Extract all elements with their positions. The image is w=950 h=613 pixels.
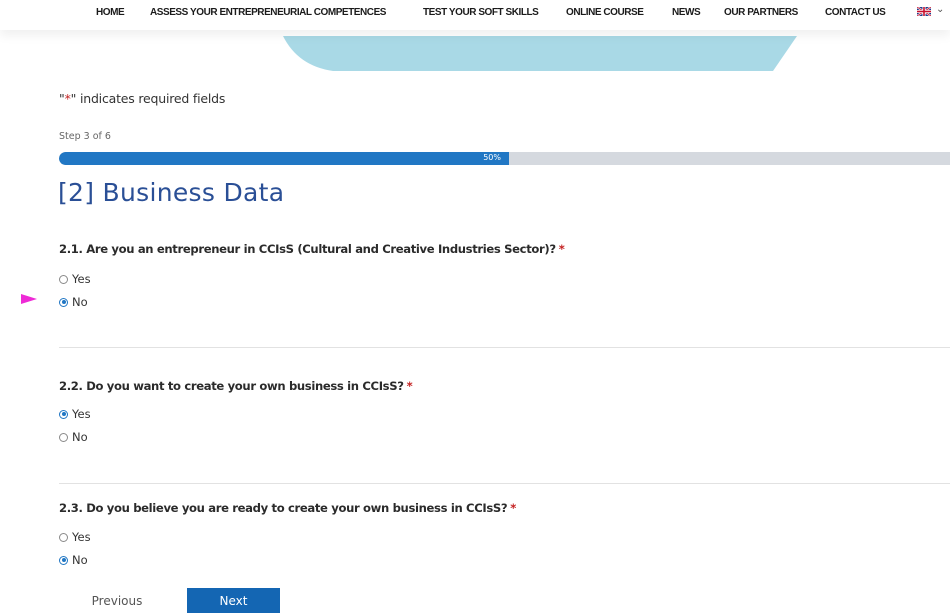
q3-option-no[interactable]: No xyxy=(59,553,88,567)
question-2-1: 2.1. Are you an entrepreneur in CCIsS (C… xyxy=(59,242,565,256)
nav-item-soft-skills[interactable]: TEST YOUR SOFT SKILLS xyxy=(423,7,539,18)
radio-button[interactable] xyxy=(59,274,68,284)
option-label: Yes xyxy=(72,407,91,421)
option-label: Yes xyxy=(72,530,91,544)
pointer-arrow-icon xyxy=(21,294,37,304)
required-mark: * xyxy=(510,501,516,515)
q2-option-no[interactable]: No xyxy=(59,430,88,444)
divider xyxy=(59,483,950,484)
progress-bar: 50% xyxy=(59,152,950,165)
step-indicator: Step 3 of 6 xyxy=(59,131,111,142)
question-2-3: 2.3. Do you believe you are ready to cre… xyxy=(59,501,516,515)
top-navigation: HOME ASSESS YOUR ENTREPRENEURIAL COMPETE… xyxy=(0,0,950,30)
required-mark: * xyxy=(558,242,565,256)
nav-item-home[interactable]: HOME xyxy=(96,7,125,18)
section-title: [2] Business Data xyxy=(58,178,285,207)
nav-item-online-course[interactable]: ONLINE COURSE xyxy=(566,7,644,18)
option-label: No xyxy=(72,553,88,567)
previous-button[interactable]: Previous xyxy=(59,588,175,613)
option-label: No xyxy=(72,295,88,309)
uk-flag-icon[interactable] xyxy=(917,7,931,16)
radio-button[interactable] xyxy=(59,297,68,307)
progress-percent-label: 50% xyxy=(483,153,501,162)
next-button[interactable]: Next xyxy=(187,588,280,613)
chevron-down-icon[interactable]: ⌄ xyxy=(936,4,944,15)
question-2-2: 2.2. Do you want to create your own busi… xyxy=(59,379,413,393)
radio-button[interactable] xyxy=(59,555,68,565)
q2-option-yes[interactable]: Yes xyxy=(59,407,91,421)
radio-button[interactable] xyxy=(59,432,68,442)
option-label: Yes xyxy=(72,272,91,286)
q1-option-yes[interactable]: Yes xyxy=(59,272,91,286)
nav-item-our-partners[interactable]: OUR PARTNERS xyxy=(724,7,798,18)
radio-button[interactable] xyxy=(59,532,68,542)
question-2-1-text: 2.1. Are you an entrepreneur in CCIsS (C… xyxy=(59,242,556,256)
nav-item-assess-competences[interactable]: ASSESS YOUR ENTREPRENEURIAL COMPETENCES xyxy=(150,7,386,18)
option-label: No xyxy=(72,430,88,444)
question-2-2-text: 2.2. Do you want to create your own busi… xyxy=(59,379,404,393)
q1-option-no[interactable]: No xyxy=(59,295,88,309)
required-mark: * xyxy=(406,379,413,393)
required-note-text: " indicates required fields xyxy=(70,91,226,106)
nav-item-contact-us[interactable]: CONTACT US xyxy=(825,7,886,18)
nav-item-news[interactable]: NEWS xyxy=(672,7,701,18)
divider xyxy=(59,347,950,348)
required-fields-note: "*" indicates required fields xyxy=(59,91,225,106)
q3-option-yes[interactable]: Yes xyxy=(59,530,91,544)
hero-banner-shape xyxy=(283,36,797,71)
question-2-3-text: 2.3. Do you believe you are ready to cre… xyxy=(59,501,508,515)
progress-bar-fill: 50% xyxy=(59,152,509,165)
radio-button[interactable] xyxy=(59,409,68,419)
